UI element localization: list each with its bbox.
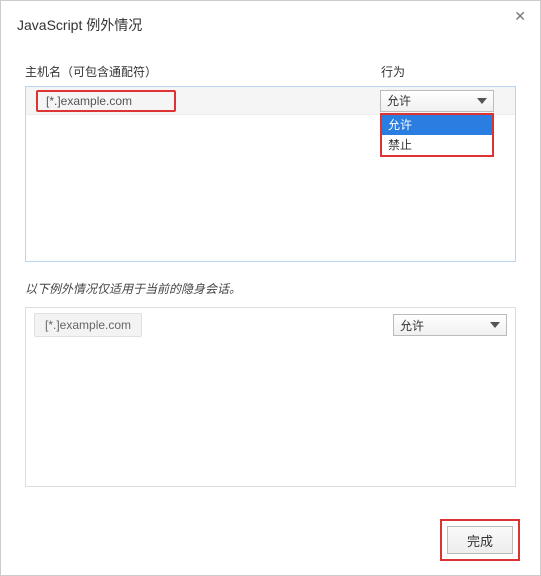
done-button-highlight: 完成 <box>440 519 520 561</box>
done-button[interactable]: 完成 <box>447 526 513 554</box>
option-block[interactable]: 禁止 <box>382 135 492 155</box>
dialog-title: JavaScript 例外情况 <box>17 15 524 35</box>
option-allow[interactable]: 允许 <box>382 115 492 135</box>
incognito-exception-row: [*.]example.com 允许 <box>26 308 515 342</box>
header-hostname: 主机名（可包含通配符） <box>25 63 381 80</box>
incognito-exceptions-list: [*.]example.com 允许 <box>25 307 516 487</box>
header-behavior: 行为 <box>381 63 516 80</box>
hostname-input[interactable]: [*.]example.com <box>36 90 176 112</box>
incognito-behavior-select-value: 允许 <box>400 317 424 334</box>
behavior-select[interactable]: 允许 允许 禁止 <box>380 90 494 112</box>
incognito-behavior-select[interactable]: 允许 <box>393 314 507 336</box>
close-icon[interactable]: ✕ <box>514 9 526 23</box>
incognito-hostname-input[interactable]: [*.]example.com <box>34 313 142 337</box>
chevron-down-icon <box>477 98 487 104</box>
column-headers: 主机名（可包含通配符） 行为 <box>25 63 516 80</box>
exception-host-cell: [*.]example.com <box>26 87 380 114</box>
dialog: ✕ JavaScript 例外情况 主机名（可包含通配符） 行为 [*.]exa… <box>0 0 541 576</box>
exception-row: [*.]example.com 允许 允许 禁止 <box>26 87 515 115</box>
chevron-down-icon <box>490 322 500 328</box>
incognito-note: 以下例外情况仅适用于当前的隐身会话。 <box>25 280 516 297</box>
dialog-footer: 完成 <box>440 519 520 561</box>
incognito-behavior-cell: 允许 <box>393 314 507 336</box>
dialog-content: 主机名（可包含通配符） 行为 [*.]example.com 允许 允许 禁止 <box>17 63 524 487</box>
behavior-dropdown: 允许 禁止 <box>380 113 494 157</box>
exceptions-list: [*.]example.com 允许 允许 禁止 <box>25 86 516 262</box>
behavior-select-value: 允许 <box>387 92 411 109</box>
exception-behavior-cell: 允许 允许 禁止 <box>380 87 515 114</box>
